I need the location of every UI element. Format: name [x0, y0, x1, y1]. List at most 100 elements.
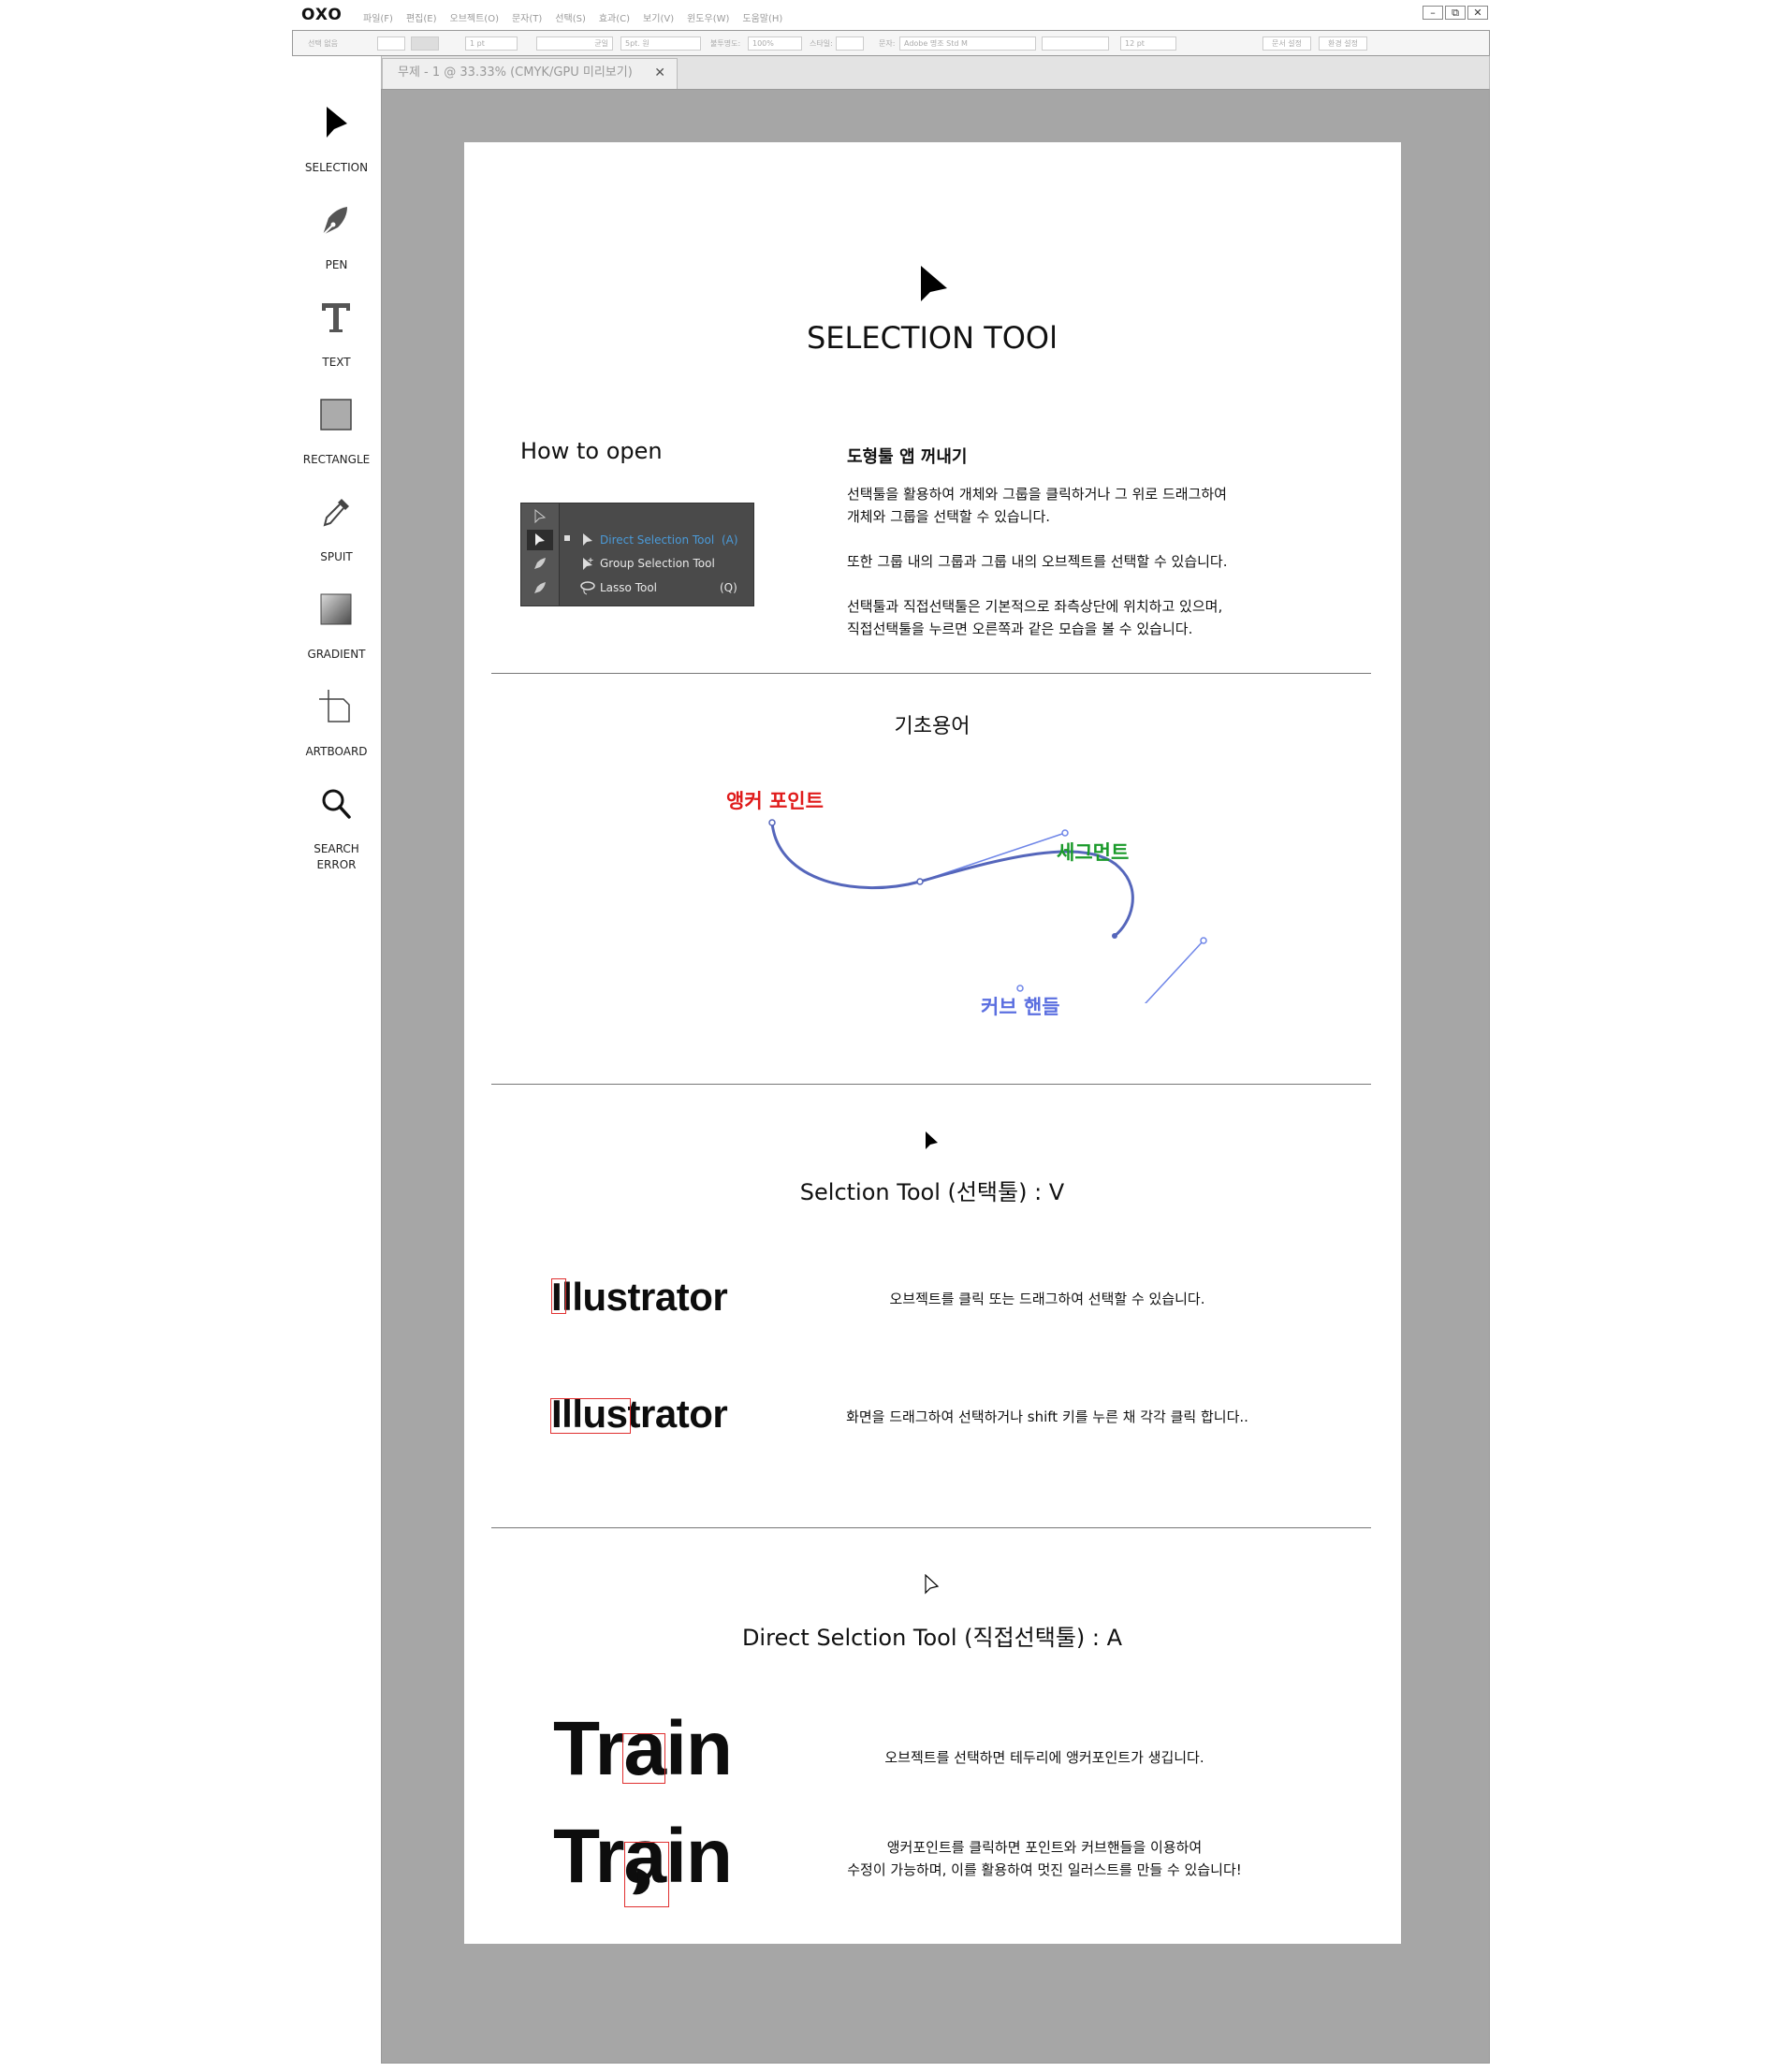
menu-type[interactable]: 문자(T) — [512, 10, 542, 24]
fill-swatch[interactable] — [377, 36, 405, 51]
group-selection-icon — [583, 558, 593, 570]
direct-selection-icon — [583, 533, 592, 546]
handle-point — [1016, 985, 1024, 992]
tool-label: SPUIT — [320, 550, 353, 563]
menu-window[interactable]: 윈도우(W) — [687, 10, 729, 24]
page-title: SELECTION TOOl — [806, 320, 1058, 356]
section-divider — [491, 673, 1371, 674]
tool-selection[interactable]: SELECTION — [292, 95, 381, 192]
direct-desc-2: 앵커포인트를 클릭하면 포인트와 커브핸들을 이용하여 수정이 가능하며, 이를… — [847, 1839, 1242, 1878]
style-select[interactable] — [836, 36, 864, 51]
direct-selection-heading: Direct Selction Tool (직접선택툴) : A — [741, 1625, 1123, 1651]
tool-label: ARTBOARD — [305, 745, 368, 758]
anchor-selection-box — [624, 1842, 669, 1907]
selection-status: 선택 없음 — [308, 39, 338, 48]
selection-arrow-icon — [926, 1131, 938, 1149]
anchor-point — [916, 878, 924, 885]
selection-tool-heading: Selction Tool (선택툴) : V — [799, 1179, 1065, 1205]
title-bar: OXO 파일(F) 편집(E) 오브젝트(O) 문자(T) 선택(S) 효과(C… — [292, 0, 1490, 30]
menu-object[interactable]: 오브젝트(O) — [450, 10, 499, 24]
tools-panel: SELECTION PEN TEXT RECTANGLE SPUIT GRADI… — [292, 89, 381, 894]
tool-spuit[interactable]: SPUIT — [292, 484, 381, 581]
opacity-field[interactable]: 100% — [748, 36, 802, 51]
tool-rectangle[interactable]: RECTANGLE — [292, 387, 381, 484]
font-size-field[interactable]: 12 pt — [1120, 36, 1176, 51]
opacity-label: 불투명도: — [710, 39, 741, 48]
menu-effect[interactable]: 효과(C) — [599, 10, 630, 24]
tab-strip: 무제 - 1 @ 33.33% (CMYK/GPU 미리보기) ✕ — [381, 56, 1490, 89]
tool-text[interactable]: TEXT — [292, 289, 381, 387]
open-paragraph-1: 선택툴을 활용하여 개체와 그룹을 클릭하거나 그 위로 드래그하여 개체와 그… — [847, 486, 1227, 525]
selection-desc-1: 오브젝트를 클릭 또는 드래그하여 선택할 수 있습니다. — [889, 1291, 1205, 1307]
selection-arrow-icon — [327, 107, 347, 138]
how-to-open-heading: How to open — [520, 438, 663, 464]
menu-edit[interactable]: 편집(E) — [406, 10, 437, 24]
tool-search-error[interactable]: SEARCH ERROR — [292, 776, 381, 888]
direct-selection-arrow-icon — [925, 1574, 940, 1595]
open-paragraph-3: 선택툴과 직접선택툴은 기본적으로 좌측상단에 위치하고 있으며, 직접선택툴을… — [847, 598, 1223, 637]
stroke-swatch[interactable] — [411, 36, 439, 51]
options-bar: 선택 없음 1 pt 균일 5pt. 원 불투명도: 100% 스타일: 문자:… — [292, 30, 1490, 56]
tool-label: TEXT — [322, 356, 351, 369]
font-label: 문자: — [879, 39, 896, 48]
tool-label: PEN — [325, 258, 348, 271]
style-label: 스타일: — [810, 39, 833, 48]
font-style-select[interactable] — [1042, 36, 1109, 51]
menu-bar: 파일(F) 편집(E) 오브젝트(O) 문자(T) 선택(S) 효과(C) 보기… — [363, 10, 782, 24]
open-paragraph-2: 또한 그룹 내의 그룹과 그룹 내의 오브젝트를 선택할 수 있습니다. — [847, 553, 1228, 570]
preferences-button[interactable]: 환경 설정 — [1319, 36, 1367, 51]
section-divider — [491, 1527, 1371, 1528]
anchor-point — [1112, 933, 1117, 939]
pen-plus-icon — [534, 582, 546, 593]
selection-desc-2: 화면을 드래그하여 선택하거나 shift 키를 누른 채 각각 클릭 합니다.… — [846, 1408, 1248, 1425]
pen-nib-icon — [322, 207, 347, 236]
menu-view[interactable]: 보기(V) — [643, 10, 674, 24]
stroke-weight-field[interactable]: 1 pt — [465, 36, 518, 51]
menu-group-selection-tool: Group Selection Tool — [600, 557, 715, 570]
active-indicator — [564, 535, 570, 541]
document-tab-title: 무제 - 1 @ 33.33% (CMYK/GPU 미리보기) — [398, 66, 633, 80]
tool-label: SEARCH ERROR — [314, 842, 359, 871]
anchor-point — [768, 819, 776, 826]
app-logo: OXO — [301, 6, 343, 24]
anchor-selection-box — [622, 1733, 665, 1784]
tool-label: RECTANGLE — [302, 453, 371, 466]
tool-artboard[interactable]: ARTBOARD — [292, 679, 381, 776]
handle-point — [1061, 829, 1069, 837]
handle-point — [1200, 937, 1207, 944]
rectangle-icon — [320, 399, 352, 430]
menu-select[interactable]: 선택(S) — [555, 10, 586, 24]
minimize-button[interactable]: – — [1423, 6, 1443, 20]
shortcut-q: (Q) — [720, 581, 737, 594]
selection-bounding-box — [551, 1278, 566, 1314]
restore-button[interactable]: ⧉ — [1445, 6, 1466, 20]
selection-bounding-box — [550, 1398, 631, 1434]
selection-icon — [535, 533, 545, 546]
document-setup-button[interactable]: 문서 설정 — [1262, 36, 1311, 51]
gradient-icon — [320, 593, 352, 625]
shortcut-a: (A) — [722, 533, 738, 547]
tool-gradient[interactable]: GRADIENT — [292, 581, 381, 679]
artboard[interactable]: SELECTION TOOl How to open Direct Select… — [464, 142, 1401, 1944]
curve-handle-label: 커브 핸들 — [981, 996, 1060, 1018]
menu-help[interactable]: 도움말(H) — [742, 10, 782, 24]
text-t-icon — [322, 303, 350, 332]
tool-pen[interactable]: PEN — [292, 192, 381, 289]
font-family-select[interactable]: Adobe 명조 Std M — [899, 36, 1036, 51]
tool-label: SELECTION — [304, 161, 369, 174]
menu-file[interactable]: 파일(F) — [363, 10, 393, 24]
menu-direct-selection-tool: Direct Selection Tool — [600, 533, 715, 547]
pen-icon — [534, 558, 546, 569]
selection-arrow-icon — [921, 266, 947, 301]
document-tab[interactable]: 무제 - 1 @ 33.33% (CMYK/GPU 미리보기) ✕ — [382, 58, 678, 89]
section-divider — [491, 1084, 1371, 1085]
handle-line — [1145, 940, 1204, 1003]
eyedropper-icon — [323, 499, 349, 527]
artboard-icon — [319, 690, 350, 722]
tool-flyout-screenshot: Direct Selection Tool (A) Group Selectio… — [520, 503, 754, 606]
brush-select[interactable]: 5pt. 원 — [620, 36, 701, 51]
direct-selection-icon — [534, 509, 547, 524]
stroke-style-select[interactable]: 균일 — [536, 36, 613, 51]
close-tab-icon[interactable]: ✕ — [654, 59, 665, 87]
close-window-button[interactable]: ✕ — [1467, 6, 1488, 20]
